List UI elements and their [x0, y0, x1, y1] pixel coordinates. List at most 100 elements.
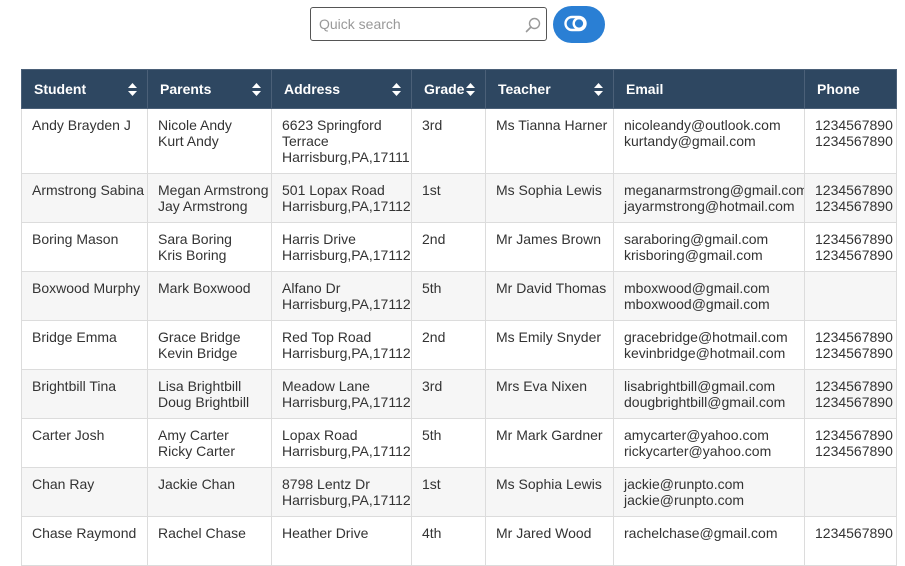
- cell-parents: Jackie Chan: [147, 467, 272, 517]
- email-line: lisabrightbill@gmail.com: [624, 378, 776, 394]
- email-line: mboxwood@gmail.com: [624, 280, 770, 296]
- parents-line: Amy Carter: [158, 427, 229, 443]
- phone-line: 1234567890: [815, 378, 893, 394]
- address-line: Harrisburg,PA,17112: [282, 394, 411, 410]
- cell-grade: 3rd: [411, 369, 486, 419]
- cell-teacher: Ms Sophia Lewis: [485, 173, 614, 223]
- parents-line: Nicole Andy: [158, 117, 232, 133]
- address-line: 6623 Springford: [282, 117, 382, 133]
- email-line: gracebridge@hotmail.com: [624, 329, 788, 345]
- phone-line: 1234567890: [815, 133, 893, 149]
- column-header-label: Email: [626, 81, 664, 97]
- student-text: Boring Mason: [32, 231, 119, 247]
- email-line: meganarmstrong@gmail.com: [624, 182, 805, 198]
- email-line: saraboring@gmail.com: [624, 231, 769, 247]
- sort-icon[interactable]: [392, 83, 401, 96]
- table-row[interactable]: Andy Brayden J Nicole Andy Kurt Andy 6623 S…: [21, 108, 897, 174]
- grade-text: 1st: [422, 182, 441, 198]
- sort-icon[interactable]: [594, 83, 603, 96]
- cell-address: Alfano Dr Harrisburg,PA,17112: [271, 271, 412, 321]
- cell-student: Armstrong Sabina: [21, 173, 148, 223]
- address-line: Harrisburg,PA,17112: [282, 443, 411, 459]
- address-line: Harrisburg,PA,17112: [282, 296, 411, 312]
- quick-search-box[interactable]: [310, 7, 547, 41]
- table-row[interactable]: Chan Ray Jackie Chan 8798 Lentz Dr Harrisbu…: [21, 467, 897, 517]
- cell-phone: 1234567890 1234567890: [804, 369, 897, 419]
- column-header-email[interactable]: Email: [613, 69, 805, 109]
- table-row[interactable]: Armstrong Sabina Megan Armstrong Jay Armst…: [21, 173, 897, 223]
- cell-student: Bridge Emma: [21, 320, 148, 370]
- grade-text: 4th: [422, 525, 442, 541]
- phone-line: 1234567890: [815, 443, 893, 459]
- table-row[interactable]: Chase Raymond Rachel Chase Heather Drive 4t…: [21, 516, 897, 566]
- address-line: Terrace: [282, 133, 329, 149]
- table-body: Andy Brayden J Nicole Andy Kurt Andy 6623 S…: [21, 108, 897, 566]
- toggle-view-button[interactable]: [553, 6, 605, 43]
- cell-grade: 3rd: [411, 108, 486, 174]
- cell-student: Chan Ray: [21, 467, 148, 517]
- column-header-label: Student: [34, 81, 87, 97]
- table-row[interactable]: Brightbill Tina Lisa Brightbill Doug Brigh…: [21, 369, 897, 419]
- email-line: krisboring@gmail.com: [624, 247, 763, 263]
- cell-address: Heather Drive: [271, 516, 412, 566]
- sort-icon[interactable]: [252, 83, 261, 96]
- column-header-teacher[interactable]: Teacher: [485, 69, 614, 109]
- address-line: Heather Drive: [282, 525, 369, 541]
- sort-icon[interactable]: [466, 83, 475, 96]
- phone-line: 1234567890: [815, 198, 893, 214]
- cell-address: 8798 Lentz Dr Harrisburg,PA,17112: [271, 467, 412, 517]
- teacher-text: Ms Tianna Harner: [496, 117, 608, 133]
- cell-address: Meadow Lane Harrisburg,PA,17112: [271, 369, 412, 419]
- column-header-student[interactable]: Student: [21, 69, 148, 109]
- cell-parents: Amy Carter Ricky Carter: [147, 418, 272, 468]
- column-header-grade[interactable]: Grade: [411, 69, 486, 109]
- address-line: Harrisburg,PA,17112: [282, 492, 411, 508]
- column-header-address[interactable]: Address: [271, 69, 412, 109]
- address-line: Harrisburg,PA,17112: [282, 345, 411, 361]
- cell-grade: 2nd: [411, 320, 486, 370]
- parents-line: Kevin Bridge: [158, 345, 238, 361]
- address-line: Harris Drive: [282, 231, 356, 247]
- cell-phone: 1234567890 1234567890: [804, 108, 897, 174]
- search-icon[interactable]: [524, 16, 542, 34]
- teacher-text: Mrs Eva Nixen: [496, 378, 588, 394]
- column-header-parents[interactable]: Parents: [147, 69, 272, 109]
- column-header-phone[interactable]: Phone: [804, 69, 897, 109]
- grade-text: 2nd: [422, 231, 446, 247]
- teacher-text: Mr Mark Gardner: [496, 427, 603, 443]
- table-row[interactable]: Carter Josh Amy Carter Ricky Carter Lopax R…: [21, 418, 897, 468]
- cell-teacher: Ms Emily Snyder: [485, 320, 614, 370]
- cell-grade: 1st: [411, 173, 486, 223]
- search-input[interactable]: [311, 8, 519, 40]
- phone-line: 1234567890: [815, 117, 893, 133]
- cell-student: Carter Josh: [21, 418, 148, 468]
- student-text: Andy Brayden J: [32, 117, 131, 133]
- cell-student: Brightbill Tina: [21, 369, 148, 419]
- cell-student: Chase Raymond: [21, 516, 148, 566]
- parents-line: Sara Boring: [158, 231, 232, 247]
- teacher-text: Mr James Brown: [496, 231, 602, 247]
- email-line: jayarmstrong@hotmail.com: [624, 198, 795, 214]
- student-text: Armstrong Sabina: [32, 182, 145, 198]
- student-text: Chan Ray: [32, 476, 95, 492]
- teacher-text: Ms Sophia Lewis: [496, 476, 602, 492]
- grade-text: 3rd: [422, 378, 443, 394]
- table-row[interactable]: Boxwood Murphy Mark Boxwood Alfano Dr Harri…: [21, 271, 897, 321]
- cell-email: amycarter@yahoo.com rickycarter@yahoo.com: [613, 418, 805, 468]
- parents-line: Ricky Carter: [158, 443, 236, 459]
- table-row[interactable]: Bridge Emma Grace Bridge Kevin Bridge Red T…: [21, 320, 897, 370]
- cell-parents: Mark Boxwood: [147, 271, 272, 321]
- student-text: Boxwood Murphy: [32, 280, 141, 296]
- phone-line: 1234567890: [815, 247, 893, 263]
- cell-address: 6623 Springford Terrace Harrisburg,PA,1711…: [271, 108, 412, 174]
- column-header-label: Address: [284, 81, 341, 97]
- email-line: jackie@runpto.com: [624, 492, 745, 508]
- student-text: Chase Raymond: [32, 525, 137, 541]
- cell-grade: 2nd: [411, 222, 486, 272]
- column-header-label: Phone: [817, 81, 860, 97]
- sort-icon[interactable]: [128, 83, 137, 96]
- cell-grade: 4th: [411, 516, 486, 566]
- teacher-text: Ms Emily Snyder: [496, 329, 602, 345]
- table-row[interactable]: Boring Mason Sara Boring Kris Boring Harris…: [21, 222, 897, 272]
- column-header-label: Teacher: [498, 81, 551, 97]
